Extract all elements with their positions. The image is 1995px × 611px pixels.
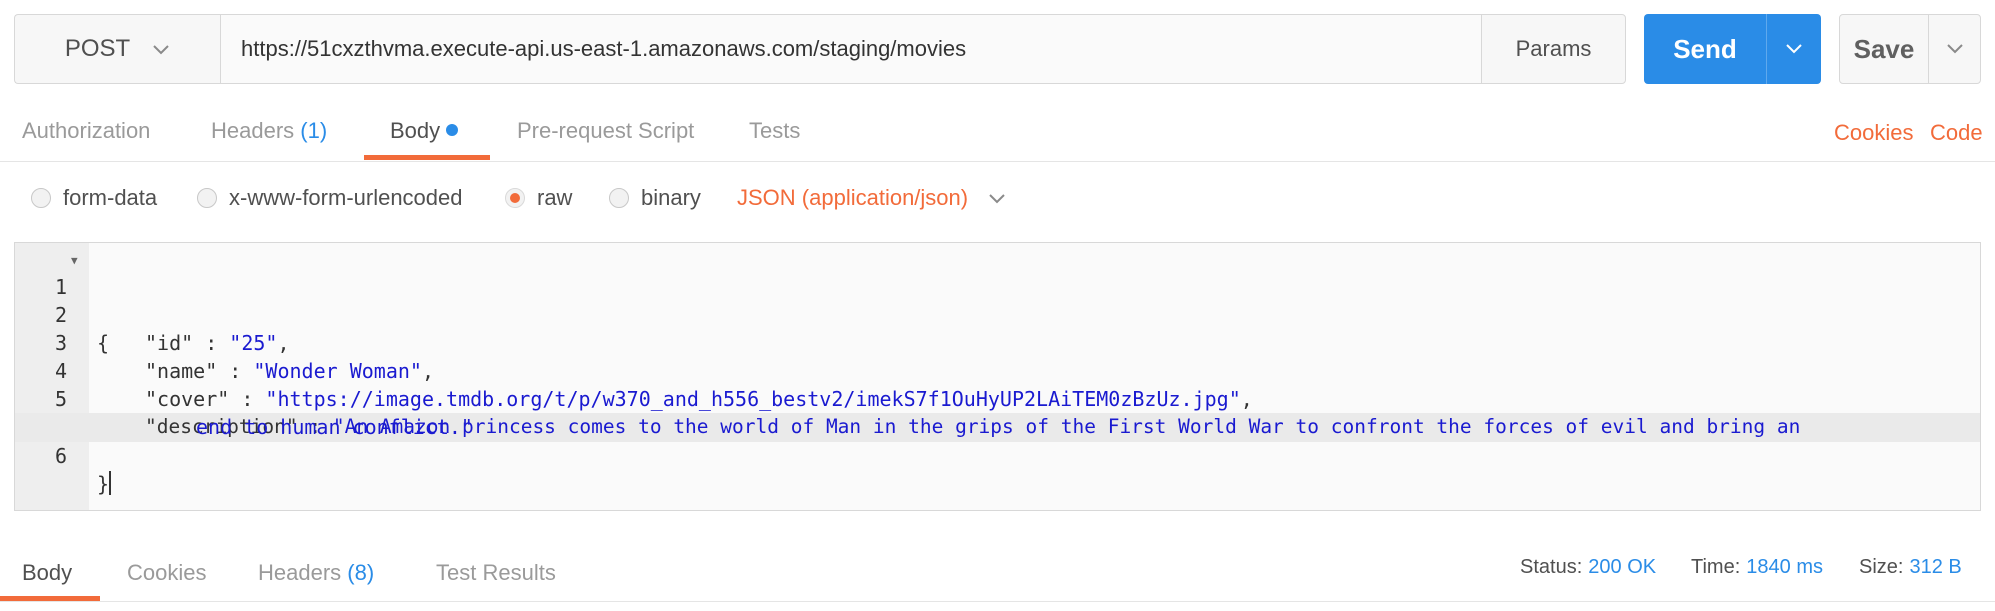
line-number: 6 bbox=[54, 444, 67, 468]
tab-body-label: Body bbox=[390, 118, 441, 143]
response-tab-headers-label: Headers bbox=[258, 560, 342, 585]
headers-count: (1) bbox=[300, 118, 328, 143]
radio-raw[interactable]: raw bbox=[505, 183, 572, 213]
code-line-6: 6 } bbox=[15, 414, 1980, 496]
radio-urlencoded[interactable]: x-www-form-urlencoded bbox=[197, 183, 463, 213]
save-label: Save bbox=[1853, 33, 1915, 64]
method-label: POST bbox=[64, 35, 131, 62]
method-selector[interactable]: POST bbox=[14, 14, 220, 84]
send-label: Send bbox=[1673, 33, 1737, 64]
response-tab-cookies[interactable]: Cookies bbox=[127, 560, 206, 586]
code-line-4: 4 "cover" : "https://image.tmdb.org/t/p/… bbox=[15, 329, 1980, 411]
save-button[interactable]: Save bbox=[1839, 14, 1981, 84]
time-value: 1840 ms bbox=[1746, 556, 1823, 578]
code-line-2: 2 "id" : "25", bbox=[15, 273, 1980, 355]
size-value: 312 B bbox=[1909, 556, 1962, 578]
response-size: Size: 312 B bbox=[1859, 556, 1962, 579]
tab-tests[interactable]: Tests bbox=[749, 118, 800, 144]
size-label: Size: bbox=[1859, 556, 1904, 578]
response-tab-headers[interactable]: Headers (8) bbox=[258, 560, 374, 586]
status-value: 200 OK bbox=[1588, 556, 1657, 578]
chevron-down-icon bbox=[988, 185, 1006, 211]
code-line-5-wrap: end to human conflict." bbox=[15, 385, 1980, 439]
content-type-dropdown[interactable]: JSON (application/json) bbox=[737, 183, 1006, 213]
radio-binary-label: binary bbox=[641, 185, 701, 210]
code-line-5: 5 "description" : "An Amazon princess co… bbox=[15, 357, 1980, 438]
save-options-chevron-icon[interactable] bbox=[1928, 15, 1980, 83]
body-editor[interactable]: 1 ▼ { 2 "id" : "25", 3 "name" : "Wonder … bbox=[14, 242, 1981, 511]
tab-body[interactable]: Body bbox=[390, 118, 459, 144]
radio-selected-icon bbox=[505, 188, 525, 208]
time-label: Time: bbox=[1691, 556, 1741, 578]
radio-raw-label: raw bbox=[537, 185, 573, 210]
params-button[interactable]: Params bbox=[1481, 14, 1626, 84]
tab-headers[interactable]: Headers (1) bbox=[211, 118, 327, 144]
code-line-3: 3 "name" : "Wonder Woman", bbox=[15, 301, 1980, 383]
radio-circle-icon bbox=[31, 188, 51, 208]
radio-urlencoded-label: x-www-form-urlencoded bbox=[229, 185, 463, 210]
status-label: Status: bbox=[1520, 556, 1583, 578]
chevron-down-icon bbox=[152, 35, 170, 63]
response-status: Status: 200 OK bbox=[1520, 556, 1656, 579]
fold-toggle-icon[interactable]: ▼ bbox=[71, 247, 78, 275]
tab-authorization[interactable]: Authorization bbox=[22, 118, 150, 144]
send-options-chevron-icon[interactable] bbox=[1766, 14, 1821, 84]
url-input[interactable]: https://51cxzthvma.execute-api.us-east-1… bbox=[220, 14, 1482, 84]
send-button[interactable]: Send bbox=[1644, 14, 1821, 84]
radio-circle-icon bbox=[197, 188, 217, 208]
response-time: Time: 1840 ms bbox=[1691, 556, 1823, 579]
text-cursor bbox=[109, 471, 112, 495]
radio-form-data-label: form-data bbox=[63, 185, 158, 210]
radio-form-data[interactable]: form-data bbox=[31, 183, 157, 213]
response-tab-body[interactable]: Body bbox=[22, 560, 72, 586]
modified-dot-icon bbox=[446, 124, 459, 136]
response-headers-count: (8) bbox=[347, 560, 375, 585]
response-bar: Body Cookies Headers (8) Test Results St… bbox=[0, 540, 1995, 602]
request-tabs: Authorization Headers (1) Body Pre-reque… bbox=[0, 96, 1995, 162]
code-close-brace: } bbox=[97, 472, 110, 496]
code-link[interactable]: Code bbox=[1930, 120, 1983, 146]
content-type-label: JSON (application/json) bbox=[737, 185, 969, 210]
radio-circle-icon bbox=[609, 188, 629, 208]
tab-headers-label: Headers bbox=[211, 118, 295, 143]
code-line-1: 1 ▼ { bbox=[15, 245, 1980, 355]
tab-prerequest-script[interactable]: Pre-request Script bbox=[517, 118, 694, 144]
radio-binary[interactable]: binary bbox=[609, 183, 701, 213]
response-tab-test-results[interactable]: Test Results bbox=[436, 560, 556, 586]
cookies-link[interactable]: Cookies bbox=[1834, 120, 1913, 146]
active-tab-indicator bbox=[364, 155, 490, 160]
active-tab-indicator bbox=[0, 596, 100, 601]
